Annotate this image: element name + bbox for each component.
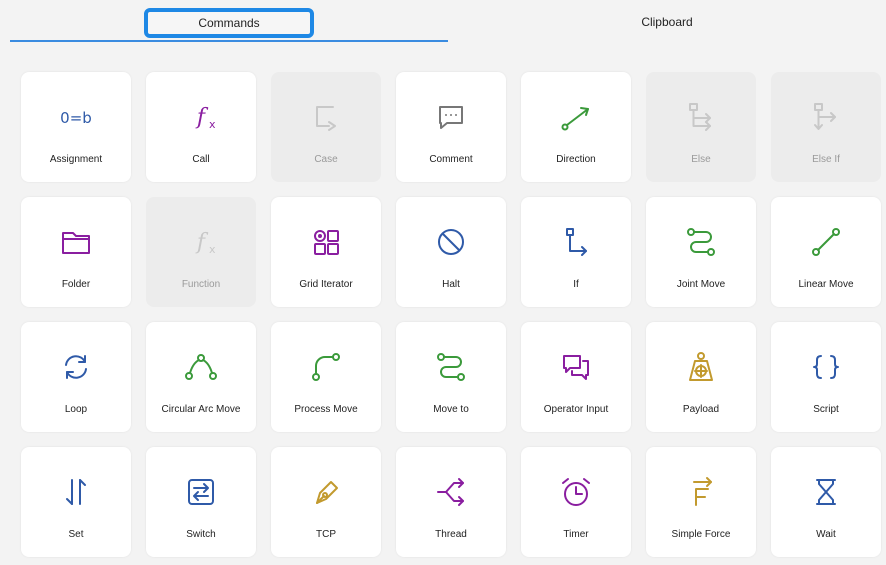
command-tile-label: Linear Move (798, 279, 854, 290)
command-tile-linear-move[interactable]: Linear Move (771, 197, 881, 307)
commands-grid: 0=b Assignment f x Call Case Comment Direction E… (21, 72, 881, 557)
command-tile-wait[interactable]: Wait (771, 447, 881, 557)
set-arrows-icon (59, 475, 93, 509)
command-tile-else-if: Else If (771, 72, 881, 182)
switch-icon (184, 475, 218, 509)
joint-move-icon (684, 225, 718, 259)
tab-commands-label[interactable]: Commands (144, 8, 314, 38)
command-tile-timer[interactable]: Timer (521, 447, 631, 557)
command-tile-call[interactable]: f x Call (146, 72, 256, 182)
command-tile-halt[interactable]: Halt (396, 197, 506, 307)
svg-text:x: x (209, 118, 216, 131)
command-tile-set[interactable]: Set (21, 447, 131, 557)
assignment-icon: 0=b (59, 100, 93, 134)
process-move-icon (309, 350, 343, 384)
command-tile-label: Assignment (49, 154, 103, 165)
command-tile-label: Halt (442, 279, 460, 290)
command-tile-label: Move to (433, 404, 469, 415)
command-tile-label: Folder (61, 279, 91, 290)
command-tile-label: Wait (816, 529, 836, 540)
command-tile-label: Switch (186, 529, 216, 540)
svg-text:x: x (209, 243, 216, 256)
operator-input-icon (559, 350, 593, 384)
if-branch-icon (559, 225, 593, 259)
command-tile-label: Payload (682, 404, 720, 415)
tcp-pen-icon (309, 475, 343, 509)
command-tile-label: TCP (316, 529, 336, 540)
command-tile-script[interactable]: Script (771, 322, 881, 432)
command-tile-move-to[interactable]: Move to (396, 322, 506, 432)
command-tile-loop[interactable]: Loop (21, 322, 131, 432)
grid-iterator-icon (309, 225, 343, 259)
loop-icon (59, 350, 93, 384)
command-tile-grid-iterator[interactable]: Grid Iterator (271, 197, 381, 307)
command-tile-label: Script (813, 404, 839, 415)
function-fx-icon: fx (184, 225, 218, 259)
tab-clipboard[interactable]: Clipboard (448, 0, 886, 44)
script-braces-icon (809, 350, 843, 384)
command-tile-label: Direction (556, 154, 596, 165)
command-tile-label: Timer (563, 529, 589, 540)
command-tile-label: Set (68, 529, 84, 540)
direction-arrow-icon (559, 100, 593, 134)
payload-icon (684, 350, 718, 384)
svg-text:0=b: 0=b (60, 109, 92, 127)
command-tile-label: Circular Arc Move (161, 404, 241, 415)
command-tile-function: f x Function (146, 197, 256, 307)
command-tile-thread[interactable]: Thread (396, 447, 506, 557)
command-tile-process-move[interactable]: Process Move (271, 322, 381, 432)
svg-text:f: f (195, 105, 209, 130)
folder-icon (59, 225, 93, 259)
command-tile-label: Else If (812, 154, 840, 165)
timer-icon (559, 475, 593, 509)
thread-icon (434, 475, 468, 509)
command-tile-label: Else (691, 154, 711, 165)
command-tile-operator-input[interactable]: Operator Input (521, 322, 631, 432)
else-if-icon (809, 100, 843, 134)
command-tile-simple-force[interactable]: Simple Force (646, 447, 756, 557)
command-tile-label: Simple Force (671, 529, 731, 540)
comment-icon (434, 100, 468, 134)
command-tile-case: Case (271, 72, 381, 182)
case-icon (309, 100, 343, 134)
tab-bar: Clipboard (10, 0, 886, 44)
command-tile-label: Loop (64, 404, 88, 415)
command-tile-folder[interactable]: Folder (21, 197, 131, 307)
halt-icon (434, 225, 468, 259)
command-tile-label: Function (181, 279, 221, 290)
command-tile-switch[interactable]: Switch (146, 447, 256, 557)
svg-text:f: f (195, 230, 209, 255)
command-tile-label: Grid Iterator (299, 279, 353, 290)
command-tile-label: Operator Input (543, 404, 609, 415)
command-tile-payload[interactable]: Payload (646, 322, 756, 432)
command-tile-label: Thread (435, 529, 467, 540)
command-tile-circular-arc-move[interactable]: Circular Arc Move (146, 322, 256, 432)
command-tile-if[interactable]: If (521, 197, 631, 307)
command-tile-assignment[interactable]: 0=b Assignment (21, 72, 131, 182)
command-tile-tcp[interactable]: TCP (271, 447, 381, 557)
else-icon (684, 100, 718, 134)
command-tile-label: Comment (429, 154, 473, 165)
command-tile-comment[interactable]: Comment (396, 72, 506, 182)
command-tile-label: Call (192, 154, 210, 165)
command-tile-direction[interactable]: Direction (521, 72, 631, 182)
command-tile-label: Case (314, 154, 338, 165)
linear-move-icon (809, 225, 843, 259)
function-fx-icon: fx (184, 100, 218, 134)
circular-arc-move-icon (184, 350, 218, 384)
simple-force-icon (684, 475, 718, 509)
command-tile-else: Else (646, 72, 756, 182)
command-tile-label: If (573, 279, 579, 290)
command-tile-joint-move[interactable]: Joint Move (646, 197, 756, 307)
wait-hourglass-icon (809, 475, 843, 509)
move-to-icon (434, 350, 468, 384)
command-tile-label: Joint Move (676, 279, 726, 290)
command-tile-label: Process Move (294, 404, 358, 415)
